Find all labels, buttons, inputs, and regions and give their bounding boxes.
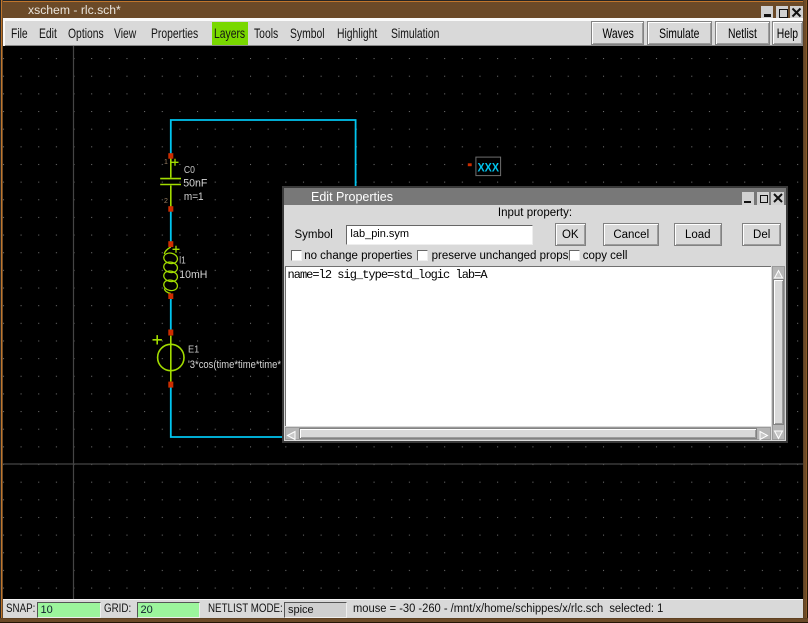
svg-text:E1: E1 [188, 344, 200, 355]
svg-text:l1: l1 [179, 256, 186, 267]
svg-text:m=1: m=1 [184, 191, 204, 203]
svg-text:1: 1 [164, 159, 168, 166]
svg-text:'3*cos(time*time*time*: '3*cos(time*time*time* [188, 359, 282, 371]
svg-text:C0: C0 [184, 165, 195, 176]
svg-text:50nF: 50nF [183, 178, 207, 190]
svg-text:XXX: XXX [478, 161, 500, 175]
svg-text:2: 2 [164, 198, 168, 205]
svg-text:10mH: 10mH [179, 269, 207, 281]
